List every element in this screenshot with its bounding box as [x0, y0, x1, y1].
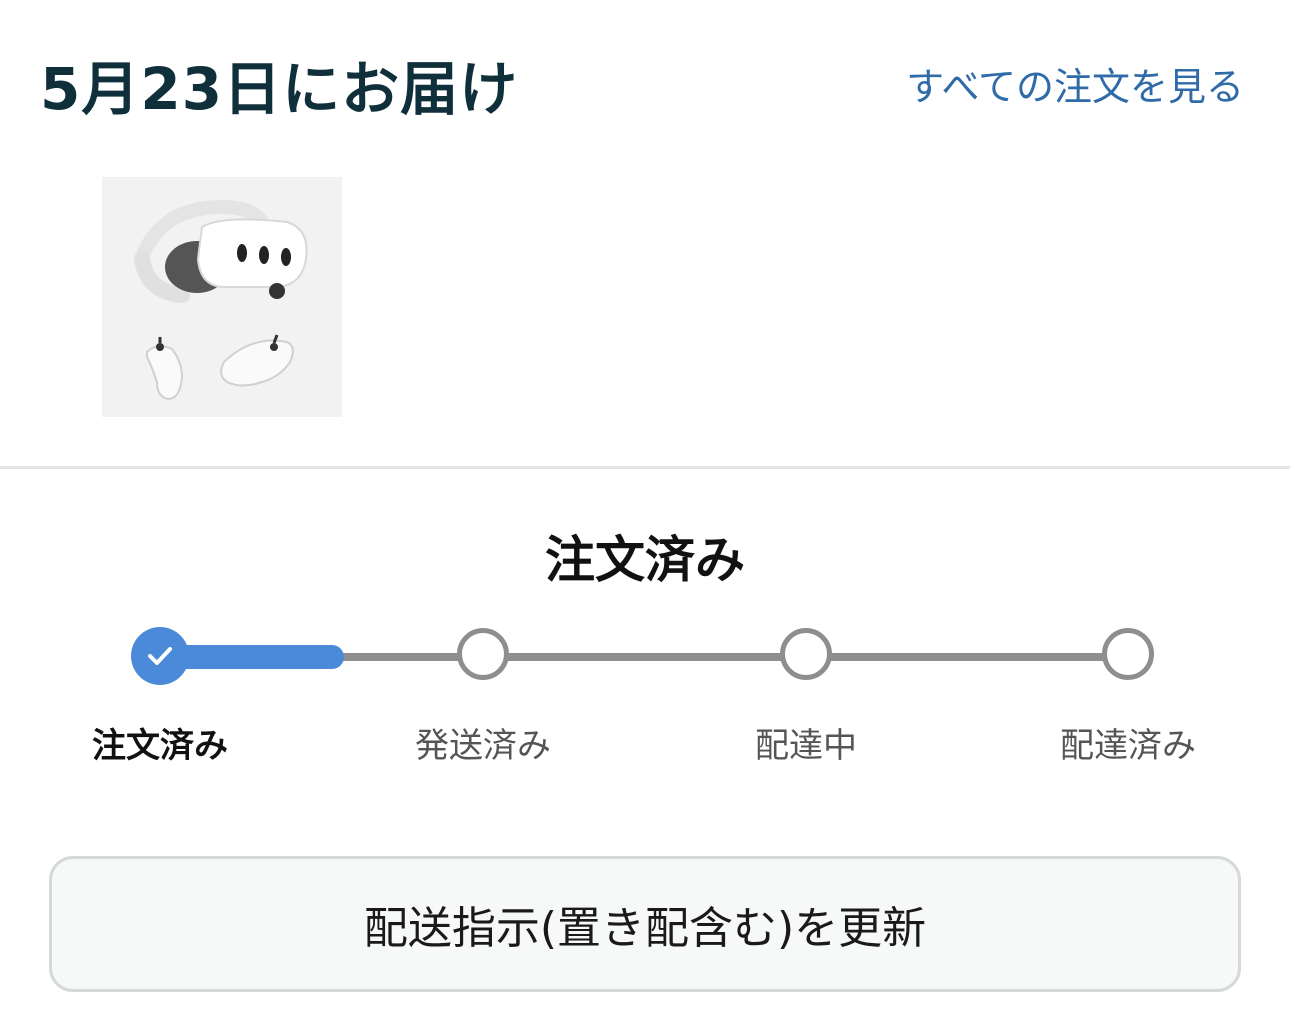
step-label-delivered: 配達済み: [1060, 726, 1196, 766]
delivery-date-title: 5月23日にお届け: [40, 55, 519, 123]
step-delivered-circle-icon: [1102, 628, 1154, 680]
step-shipped-circle-icon: [457, 628, 509, 680]
step-ordered-check-icon: [131, 627, 189, 685]
update-delivery-instructions-button[interactable]: 配送指示(置き配含む)を更新: [49, 856, 1241, 992]
vr-headset-image-icon: [102, 177, 342, 417]
view-all-orders-link[interactable]: すべての注文を見る: [906, 56, 1244, 111]
order-status-title: 注文済み: [545, 531, 745, 589]
product-thumbnail[interactable]: [102, 177, 342, 417]
section-divider: [0, 466, 1290, 469]
shipment-progress-tracker: 注文済み 発送済み 配達中 配達済み: [0, 600, 1290, 770]
step-label-ordered: 注文済み: [92, 726, 228, 766]
step-in-transit-circle-icon: [780, 628, 832, 680]
order-delivery-card: 5月23日にお届け すべての注文を見る 注文済み 注文済み 発送済み 配達中 配…: [0, 0, 1290, 1028]
step-label-shipped: 発送済み: [415, 726, 551, 766]
step-label-in-transit: 配達中: [755, 726, 857, 766]
